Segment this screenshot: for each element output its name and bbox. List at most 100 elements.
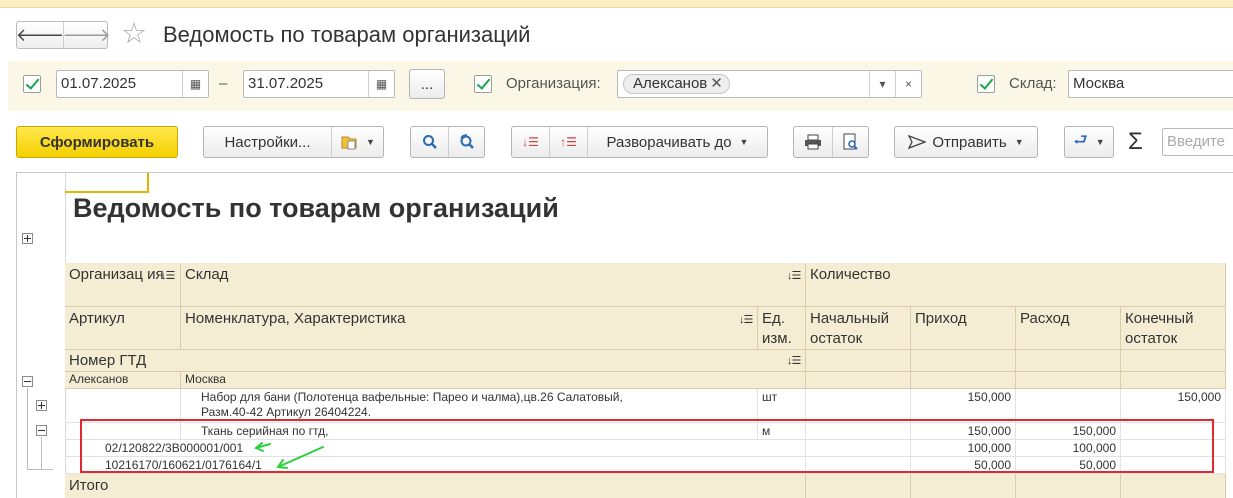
header-filler [806,350,911,372]
sort-descending-icon: ↑☰ [560,135,577,149]
send-button[interactable]: Отправить ▼ [894,126,1038,158]
star-icon[interactable]: ☆ [121,18,147,50]
search-group [410,126,485,158]
period-checkbox[interactable] [23,75,41,93]
header-quantity: Количество [806,263,1226,307]
collapse-row-toggle[interactable] [36,425,47,436]
expand-to-button[interactable]: Разворачивать до ▼ [587,127,767,157]
clear-button[interactable]: × [895,71,921,97]
calendar-icon[interactable]: ▦ [368,71,394,97]
arrow-right-icon: 🡒 [62,24,111,45]
table-row[interactable]: Ткань серийная по гтд, [181,423,758,440]
group-cell [1121,372,1226,389]
print-group [793,126,869,158]
sort-icon[interactable]: ↓☰ [161,266,175,286]
goto-button[interactable]: ⮐ ▼ [1064,126,1114,158]
generate-button[interactable]: Сформировать [16,126,178,158]
variants-button[interactable]: ▼ [331,127,383,157]
report-variants-icon [341,136,357,150]
outcome-cell: 150,000 [1016,423,1121,440]
find-next-button[interactable] [448,127,484,157]
date-range-dash: – [219,75,228,92]
sort-icon[interactable]: ↓☰ [787,353,801,370]
grouping-group: ↓☰ ↑☰ Разворачивать до ▼ [511,126,768,158]
opening-cell [806,440,911,457]
closing-cell [1121,440,1226,457]
income-cell: 150,000 [911,389,1016,423]
sort-icon[interactable]: ↓☰ [787,266,801,286]
closing-cell [1121,423,1226,440]
sort-ascending-icon: ↓☰ [522,135,539,149]
caret-down-icon: ▼ [739,137,749,147]
gtd-row[interactable]: 02/120822/3В000001/001 [65,440,806,457]
warehouse-field[interactable]: Москва [1068,70,1233,98]
caret-down-icon: ▼ [1095,137,1105,147]
unit-cell: шт [758,389,806,423]
forward-button[interactable]: 🡒 [62,22,111,48]
back-button[interactable]: 🡐 [16,22,64,48]
expand-row-toggle[interactable] [36,400,47,411]
income-cell: 50,000 [911,457,1016,474]
expand-header-toggle[interactable] [22,233,33,244]
total-cell [1121,474,1226,498]
sort-asc-button[interactable]: ↓☰ [512,127,549,157]
sort-desc-button[interactable]: ↑☰ [549,127,587,157]
closing-cell [1121,457,1226,474]
date-to-field[interactable]: 31.07.2025 ▦ [243,70,395,98]
group-organization[interactable]: Алексанов [65,372,181,389]
search-input[interactable]: Введите [1162,128,1233,156]
window-top-strip [0,0,1233,8]
dropdown-icon[interactable]: ▾ [869,71,895,97]
remove-tag-icon[interactable]: ✕ [710,75,723,92]
report-title: Ведомость по товарам организаций [73,193,559,223]
item-name-line: Набор для бани (Полотенца вафельные: Пар… [201,390,623,404]
total-cell [806,474,911,498]
calendar-icon[interactable]: ▦ [182,71,208,97]
goto-arrow-icon: ⮐ [1073,131,1088,149]
closing-cell: 150,000 [1121,389,1226,423]
gtd-row[interactable]: 10216170/160621/0176164/1 [65,457,806,474]
table-row[interactable]: Набор для бани (Полотенца вафельные: Пар… [181,389,758,423]
print-button[interactable] [794,127,832,157]
navigation-buttons: 🡐 🡒 [16,21,111,49]
header-gtd: Номер ГТД ↓☰ [65,350,806,372]
collapse-group-toggle[interactable] [22,376,33,387]
total-cell [1016,474,1121,498]
period-select-button[interactable]: ... [409,69,445,99]
header-unit: Ед. изм. [758,307,806,350]
header-warehouse: Склад ↓☰ [181,263,806,307]
group-cell [806,372,911,389]
search-icon [422,135,437,149]
header-filler [1016,350,1121,372]
sum-icon[interactable]: Σ [1128,128,1143,156]
group-warehouse[interactable]: Москва [181,372,806,389]
sort-icon[interactable]: ↓☰ [739,310,753,330]
page-title: Ведомость по товарам организаций [163,22,531,47]
header-article: Артикул [65,307,181,350]
report-area[interactable]: Ведомость по товарам организаций Организ… [16,172,1233,498]
group-cell [1016,372,1121,389]
table-cell [65,423,181,440]
tree-line [41,469,53,470]
search-next-icon [459,134,474,149]
organization-checkbox[interactable] [474,75,492,93]
outcome-cell: 100,000 [1016,440,1121,457]
header-organization: Организац ия ↓☰ [65,263,181,307]
opening-cell [806,423,911,440]
total-label: Итого [65,474,806,498]
send-icon [908,134,927,150]
header-opening-balance: Начальный остаток [806,307,911,350]
unit-cell: м [758,423,806,440]
tree-line [41,437,42,470]
group-cell [911,372,1016,389]
warehouse-checkbox[interactable] [977,75,995,93]
header-filler [1121,350,1226,372]
header-income: Приход [911,307,1016,350]
warehouse-label: Склад: [1009,75,1057,92]
header-nomenclature: Номенклатура, Характеристика ↓☰ [181,307,758,350]
organization-field[interactable]: Алексанов ✕ ▾ × [617,70,922,98]
date-from-field[interactable]: 01.07.2025 ▦ [56,70,209,98]
settings-button[interactable]: Настройки... [204,127,331,157]
find-button[interactable] [411,127,448,157]
preview-button[interactable] [832,127,868,157]
